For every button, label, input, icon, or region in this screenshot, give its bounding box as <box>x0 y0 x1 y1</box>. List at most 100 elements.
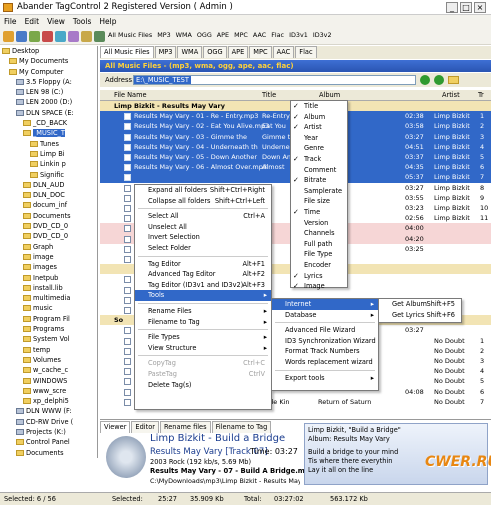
menu-item-get-lyrics[interactable]: Get Lyrics Shift+F6 <box>379 310 461 321</box>
tree-node[interactable]: Linkin p <box>0 159 97 169</box>
menu-item-advanced-file-wizard[interactable]: Advanced File Wizard <box>272 325 378 336</box>
tree-node[interactable]: DLN_DOC <box>0 190 97 200</box>
minimize-button[interactable]: _ <box>446 2 458 13</box>
row-checkbox[interactable] <box>124 123 131 131</box>
tree-node[interactable]: images <box>0 262 97 272</box>
column-option-encoder[interactable]: Encoder <box>291 260 347 271</box>
tree-node[interactable]: multimedia <box>0 293 97 303</box>
row-checkbox[interactable] <box>124 174 131 182</box>
address-input[interactable]: E:\_MUSIC_TEST <box>133 75 416 85</box>
row-checkbox[interactable] <box>124 194 131 202</box>
row-checkbox[interactable] <box>124 184 131 192</box>
tree-node[interactable]: DVD_CD_0 <box>0 221 97 231</box>
menu-item-file-types[interactable]: File Types ▸ <box>135 332 271 343</box>
menu-item-tag-editor-id3v1-and-id3v2[interactable]: Tag Editor (ID3v1 and ID3v2) Alt+F3 <box>135 280 271 291</box>
tree-node[interactable]: www_scre <box>0 386 97 396</box>
tree-node[interactable]: DLN WWW (F: <box>0 406 97 416</box>
close-button[interactable]: × <box>474 2 486 13</box>
toolbar-icon[interactable] <box>3 31 14 42</box>
menu-item-delete-tag-s[interactable]: Delete Tag(s) <box>135 380 271 391</box>
toolbar-icon[interactable] <box>55 31 66 42</box>
menu-help[interactable]: Help <box>95 15 120 28</box>
toolbar-filter-aac[interactable]: AAC <box>253 31 266 39</box>
tab-wma[interactable]: WMA <box>177 46 203 58</box>
preview-tab-viewer[interactable]: Viewer <box>100 421 131 433</box>
tree-node[interactable]: install.lib <box>0 283 97 293</box>
tree-node[interactable]: _CD_BACK <box>0 118 97 128</box>
column-option-file-size[interactable]: File size <box>291 196 347 207</box>
row-checkbox[interactable] <box>124 378 131 386</box>
column-option-bitrate[interactable]: ✓ Bitrate <box>291 175 347 186</box>
row-checkbox[interactable] <box>124 143 131 151</box>
row-checkbox[interactable] <box>124 235 131 243</box>
tree-node[interactable]: Inetpub <box>0 273 97 283</box>
menu-item-tools[interactable]: Tools ▸ <box>135 290 271 301</box>
tree-node[interactable]: xp_delphi5 <box>0 396 97 406</box>
menu-item-rename-files[interactable]: Rename Files ▸ <box>135 306 271 317</box>
row-checkbox[interactable] <box>124 256 131 263</box>
menu-tools[interactable]: Tools <box>69 15 95 28</box>
tree-node[interactable]: 3.5 Floppy (A: <box>0 77 97 87</box>
tab-flac[interactable]: Flac <box>295 46 317 58</box>
tree-node[interactable]: docum_inf <box>0 200 97 210</box>
tree-node[interactable]: DLN_AUD <box>0 180 97 190</box>
menu-item-collapse-all-folders[interactable]: Collapse all folders Shift+Ctrl+Left <box>135 196 271 207</box>
tree-node[interactable]: Graph <box>0 242 97 252</box>
menu-item-unselect-all[interactable]: Unselect All <box>135 222 271 233</box>
toolbar-filter-wma[interactable]: WMA <box>176 31 192 39</box>
col-artist[interactable]: Artist <box>442 91 460 99</box>
column-option-time[interactable]: ✓ Time <box>291 207 347 218</box>
tree-node[interactable]: Documents <box>0 448 97 458</box>
tree-node[interactable]: Control Panel <box>0 437 97 447</box>
row-checkbox[interactable] <box>124 286 131 294</box>
go-icon[interactable] <box>420 75 430 85</box>
tree-node[interactable]: _MUSIC_T <box>0 128 97 138</box>
column-option-album[interactable]: ✓ Album <box>291 112 347 123</box>
toolbar-icon[interactable] <box>68 31 79 42</box>
toolbar-filter-ogg[interactable]: OGG <box>197 31 212 39</box>
preview-tab-filename-to-tag[interactable]: Filename to Tag <box>211 421 272 433</box>
column-option-version[interactable]: Version <box>291 218 347 229</box>
column-option-artist[interactable]: ✓ Artist <box>291 122 347 133</box>
menu-item-id3-synchronization-wizard[interactable]: ID3 Synchronization Wizard <box>272 336 378 347</box>
tree-node[interactable]: music <box>0 303 97 313</box>
row-checkbox[interactable] <box>124 296 131 304</box>
row-checkbox[interactable] <box>124 205 131 212</box>
toolbar-filter-ape[interactable]: APE <box>217 31 229 39</box>
menu-item-words-replacement-wizard[interactable]: Words replacement wizard <box>272 357 378 368</box>
tree-node[interactable]: LEN 98 (C:) <box>0 87 97 97</box>
row-checkbox[interactable] <box>124 154 131 161</box>
menu-item-database[interactable]: Database ▸ <box>272 310 378 321</box>
toolbar-filter-id3v1[interactable]: ID3v1 <box>289 31 308 39</box>
row-checkbox[interactable] <box>124 307 131 314</box>
tree-node[interactable]: temp <box>0 345 97 355</box>
row-checkbox[interactable] <box>124 245 131 253</box>
column-option-year[interactable]: Year <box>291 133 347 144</box>
column-option-genre[interactable]: Genre <box>291 143 347 154</box>
menu-item-expand-all-folders[interactable]: Expand all folders Shift+Ctrl+Right <box>135 185 271 196</box>
toolbar-icon[interactable] <box>29 31 40 42</box>
tree-node[interactable]: System Vol <box>0 334 97 344</box>
col-filename[interactable]: File Name <box>114 91 147 99</box>
row-checkbox[interactable] <box>124 327 131 335</box>
menu-item-get-album[interactable]: Get Album Shift+F5 <box>379 299 461 310</box>
column-option-file-type[interactable]: File Type <box>291 249 347 260</box>
menu-item-select-all[interactable]: Select All Ctrl+A <box>135 211 271 222</box>
row-checkbox[interactable] <box>124 368 131 376</box>
row-checkbox[interactable] <box>124 388 131 396</box>
col-track[interactable]: Tr <box>478 91 484 99</box>
menu-item-tag-editor[interactable]: Tag Editor Alt+F1 <box>135 259 271 270</box>
tree-node[interactable]: Documents <box>0 211 97 221</box>
row-checkbox[interactable] <box>124 276 131 284</box>
tree-node[interactable]: CD-RW Drive ( <box>0 417 97 427</box>
toolbar-icon[interactable] <box>81 31 92 42</box>
toolbar-filter-id3v2[interactable]: ID3v2 <box>313 31 332 39</box>
tree-node[interactable]: w_cache_c <box>0 365 97 375</box>
toolbar-filter-all-music-files[interactable]: All Music Files <box>108 31 152 39</box>
menu-item-view-structure[interactable]: View Structure ▸ <box>135 343 271 354</box>
tree-node[interactable]: Tunes <box>0 139 97 149</box>
tree-node[interactable]: DLN SPACE (E: <box>0 108 97 118</box>
menu-item-internet[interactable]: Internet ▸ <box>272 299 378 310</box>
toolbar-icon[interactable] <box>42 31 53 42</box>
column-option-lyrics[interactable]: ✓ Lyrics <box>291 271 347 282</box>
